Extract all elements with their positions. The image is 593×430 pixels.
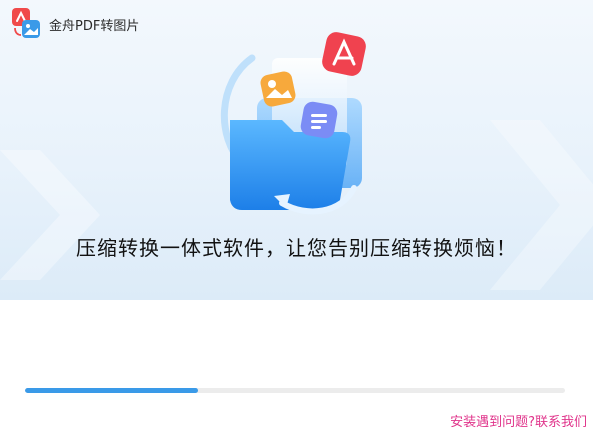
install-progress-bar xyxy=(25,388,565,393)
pdf-to-image-logo-icon xyxy=(12,8,40,38)
folder-illustration xyxy=(220,32,366,215)
hero-headline: 压缩转换一体式软件，让您告别压缩转换烦恼！ xyxy=(76,236,517,260)
title-bar: 金舟PDF转图片 xyxy=(0,0,593,46)
app-title: 金舟PDF转图片 xyxy=(49,19,140,34)
chevron-decoration xyxy=(490,120,593,290)
install-progress-fill xyxy=(25,388,198,393)
help-contact-link[interactable]: 安装遇到问题?联系我们 xyxy=(450,411,587,430)
